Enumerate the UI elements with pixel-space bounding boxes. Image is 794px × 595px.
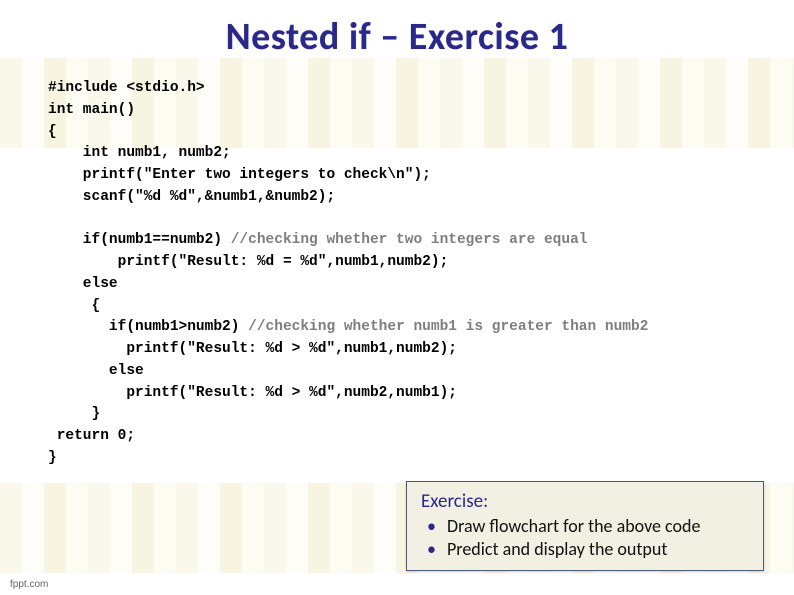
- exercise-item-text: Predict and display the output: [447, 538, 667, 560]
- code-line: else: [48, 363, 144, 379]
- exercise-item: • Draw flowchart for the above code: [427, 515, 749, 538]
- code-line: int main(): [48, 102, 135, 118]
- code-block: #include <stdio.h> int main() { int numb…: [10, 78, 784, 470]
- slide-title: Nested if – Exercise 1: [10, 14, 784, 60]
- code-line: {: [48, 124, 57, 140]
- code-line: }: [48, 450, 57, 466]
- exercise-item: • Predict and display the output: [427, 538, 749, 561]
- code-line: int numb1, numb2;: [48, 145, 231, 161]
- bullet-icon: •: [427, 538, 436, 561]
- code-line: }: [48, 406, 100, 422]
- code-line: #include <stdio.h>: [48, 80, 205, 96]
- code-line: if(numb1>numb2): [48, 319, 248, 335]
- code-line: printf("Enter two integers to check\n");: [48, 167, 431, 183]
- exercise-box: Exercise: • Draw flowchart for the above …: [406, 481, 764, 571]
- slide-container: Nested if – Exercise 1 #include <stdio.h…: [0, 0, 794, 595]
- code-line: printf("Result: %d = %d",numb1,numb2);: [48, 254, 448, 270]
- code-line: if(numb1==numb2): [48, 232, 231, 248]
- code-line: {: [48, 298, 100, 314]
- code-comment: //checking whether numb1 is greater than…: [248, 319, 648, 335]
- code-line: scanf("%d %d",&numb1,&numb2);: [48, 189, 335, 205]
- code-comment: //checking whether two integers are equa…: [231, 232, 588, 248]
- code-line: else: [48, 276, 118, 292]
- exercise-heading: Exercise:: [421, 490, 749, 513]
- footer-brand: fppt.com: [10, 579, 48, 590]
- exercise-list: • Draw flowchart for the above code • Pred…: [421, 515, 749, 560]
- code-line: return 0;: [48, 428, 135, 444]
- exercise-item-text: Draw flowchart for the above code: [447, 515, 700, 537]
- bullet-icon: •: [427, 515, 436, 538]
- code-line: printf("Result: %d > %d",numb2,numb1);: [48, 385, 457, 401]
- code-line: printf("Result: %d > %d",numb1,numb2);: [48, 341, 457, 357]
